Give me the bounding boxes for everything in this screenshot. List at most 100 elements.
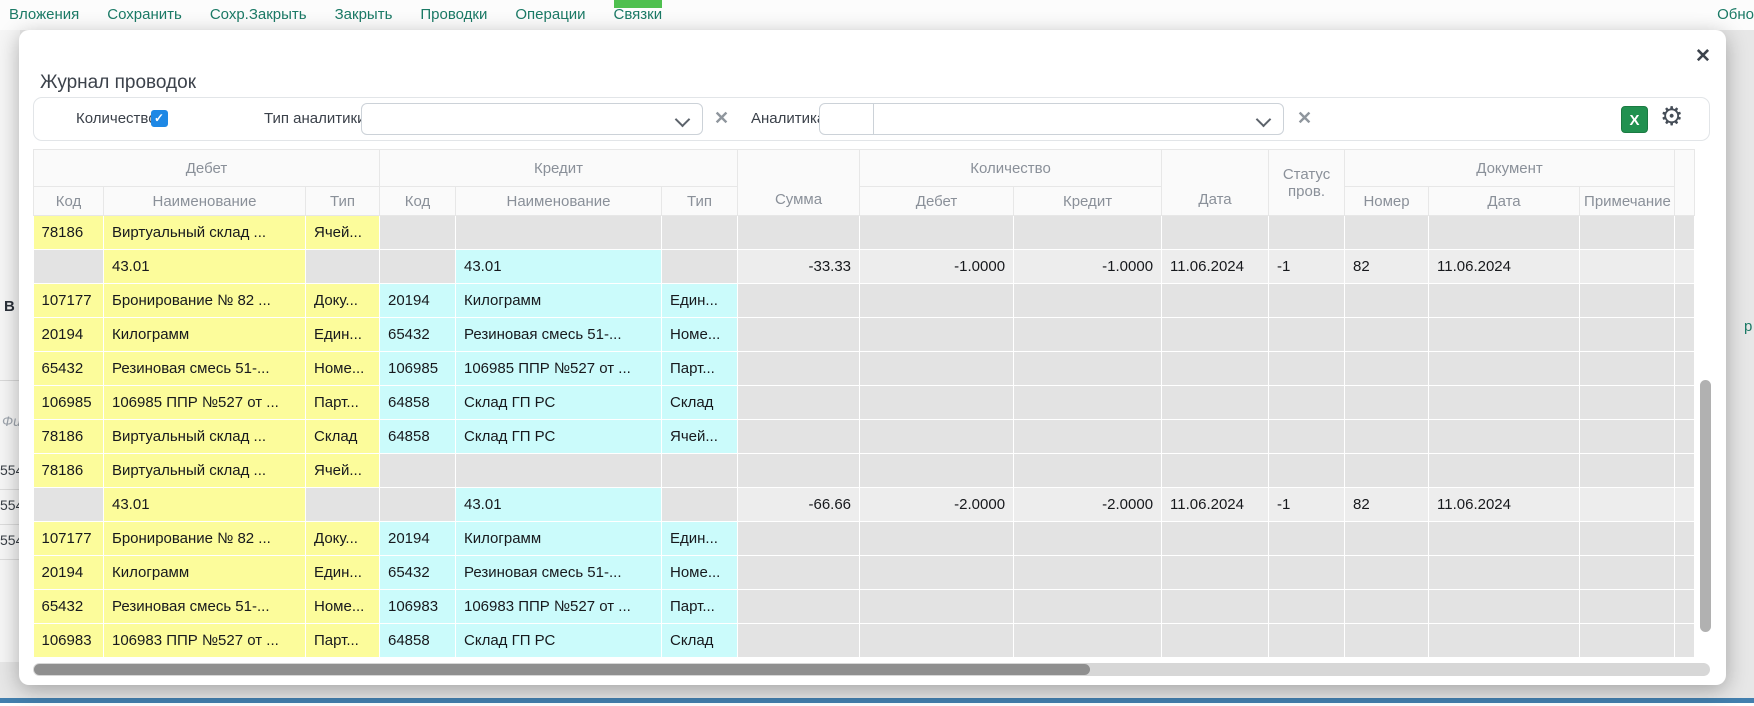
cell-doc-number[interactable]: [1345, 556, 1429, 590]
cell-qty-credit[interactable]: [1014, 522, 1162, 556]
cell-c-name[interactable]: [456, 454, 662, 488]
cell-sum[interactable]: [738, 284, 860, 318]
cell-d-code[interactable]: 106985: [34, 386, 104, 420]
cell-qty-debit[interactable]: [860, 624, 1014, 658]
cell-sum[interactable]: [738, 454, 860, 488]
cell-doc-date[interactable]: [1429, 454, 1580, 488]
cell-status[interactable]: [1269, 624, 1345, 658]
cell-d-code[interactable]: 20194: [34, 556, 104, 590]
toolbar-item[interactable]: Операции: [515, 6, 585, 24]
cell-date[interactable]: [1162, 386, 1269, 420]
cell-doc-number[interactable]: [1345, 624, 1429, 658]
toolbar-item[interactable]: Сохр.Закрыть: [210, 6, 307, 24]
cell-c-name[interactable]: [456, 216, 662, 250]
cell-note[interactable]: [1580, 420, 1675, 454]
cell-d-name[interactable]: Виртуальный склад ...: [104, 216, 306, 250]
cell-c-type[interactable]: [662, 216, 738, 250]
cell-c-type[interactable]: Номе...: [662, 318, 738, 352]
cell-c-type[interactable]: Парт...: [662, 590, 738, 624]
clear-analytics-icon[interactable]: ✕: [1297, 108, 1312, 129]
cell-sum[interactable]: [738, 590, 860, 624]
cell-c-code[interactable]: 106985: [380, 352, 456, 386]
cell-sum[interactable]: [738, 386, 860, 420]
cell-doc-number[interactable]: [1345, 590, 1429, 624]
analytics-select[interactable]: [873, 103, 1284, 135]
cell-note[interactable]: [1580, 250, 1675, 284]
cell-sum[interactable]: [738, 624, 860, 658]
vertical-scrollbar-thumb[interactable]: [1700, 380, 1711, 632]
cell-doc-number[interactable]: [1345, 386, 1429, 420]
cell-c-type[interactable]: [662, 250, 738, 284]
cell-date[interactable]: 11.06.2024: [1162, 488, 1269, 522]
cell-qty-credit[interactable]: -2.0000: [1014, 488, 1162, 522]
cell-date[interactable]: [1162, 284, 1269, 318]
toolbar-item[interactable]: Вложения: [9, 6, 79, 24]
cell-d-code[interactable]: 78186: [34, 454, 104, 488]
cell-c-name[interactable]: Склад ГП РС: [456, 386, 662, 420]
cell-doc-date[interactable]: 11.06.2024: [1429, 488, 1580, 522]
cell-d-type[interactable]: Парт...: [306, 386, 380, 420]
cell-sum[interactable]: [738, 522, 860, 556]
cell-qty-debit[interactable]: [860, 420, 1014, 454]
cell-c-name[interactable]: Килограмм: [456, 522, 662, 556]
clear-analytics-type-icon[interactable]: ✕: [714, 108, 729, 129]
cell-c-name[interactable]: 43.01: [456, 488, 662, 522]
excel-export-button[interactable]: X: [1621, 106, 1648, 133]
cell-d-type[interactable]: Един...: [306, 318, 380, 352]
cell-note[interactable]: [1580, 624, 1675, 658]
cell-d-name[interactable]: Килограмм: [104, 318, 306, 352]
cell-d-code[interactable]: [34, 250, 104, 284]
cell-qty-debit[interactable]: [860, 318, 1014, 352]
cell-status[interactable]: [1269, 590, 1345, 624]
cell-qty-credit[interactable]: [1014, 318, 1162, 352]
cell-c-code[interactable]: [380, 454, 456, 488]
cell-d-type[interactable]: Ячей...: [306, 454, 380, 488]
cell-c-code[interactable]: 106983: [380, 590, 456, 624]
cell-d-name[interactable]: Виртуальный склад ...: [104, 420, 306, 454]
cell-note[interactable]: [1580, 522, 1675, 556]
cell-c-name[interactable]: Склад ГП РС: [456, 624, 662, 658]
cell-d-name[interactable]: Бронирование № 82 ...: [104, 522, 306, 556]
cell-d-code[interactable]: 107177: [34, 522, 104, 556]
cell-note[interactable]: [1580, 352, 1675, 386]
cell-note[interactable]: [1580, 216, 1675, 250]
cell-doc-date[interactable]: [1429, 284, 1580, 318]
cell-doc-date[interactable]: [1429, 420, 1580, 454]
cell-d-code[interactable]: 78186: [34, 420, 104, 454]
cell-doc-date[interactable]: [1429, 624, 1580, 658]
cell-date[interactable]: 11.06.2024: [1162, 250, 1269, 284]
close-icon[interactable]: ✕: [1690, 44, 1716, 70]
cell-c-code[interactable]: 64858: [380, 624, 456, 658]
cell-d-type[interactable]: Доку...: [306, 284, 380, 318]
cell-d-name[interactable]: Виртуальный склад ...: [104, 454, 306, 488]
cell-doc-number[interactable]: 82: [1345, 488, 1429, 522]
cell-c-code[interactable]: [380, 216, 456, 250]
cell-status[interactable]: [1269, 420, 1345, 454]
cell-qty-credit[interactable]: [1014, 420, 1162, 454]
cell-c-code[interactable]: 64858: [380, 386, 456, 420]
cell-date[interactable]: [1162, 624, 1269, 658]
cell-qty-debit[interactable]: [860, 522, 1014, 556]
cell-doc-date[interactable]: 11.06.2024: [1429, 250, 1580, 284]
cell-doc-number[interactable]: [1345, 522, 1429, 556]
cell-qty-debit[interactable]: -1.0000: [860, 250, 1014, 284]
cell-c-type[interactable]: Един...: [662, 284, 738, 318]
cell-doc-number[interactable]: [1345, 352, 1429, 386]
cell-d-name[interactable]: 43.01: [104, 488, 306, 522]
cell-qty-debit[interactable]: [860, 386, 1014, 420]
cell-status[interactable]: [1269, 352, 1345, 386]
cell-status[interactable]: [1269, 522, 1345, 556]
cell-date[interactable]: [1162, 590, 1269, 624]
cell-doc-date[interactable]: [1429, 522, 1580, 556]
cell-doc-date[interactable]: [1429, 556, 1580, 590]
cell-date[interactable]: [1162, 454, 1269, 488]
cell-status[interactable]: [1269, 216, 1345, 250]
cell-c-code[interactable]: 20194: [380, 284, 456, 318]
cell-d-name[interactable]: 106985 ППР №527 от ...: [104, 386, 306, 420]
cell-sum[interactable]: -33.33: [738, 250, 860, 284]
cell-doc-number[interactable]: [1345, 216, 1429, 250]
cell-note[interactable]: [1580, 454, 1675, 488]
cell-c-name[interactable]: Склад ГП РС: [456, 420, 662, 454]
cell-qty-credit[interactable]: [1014, 386, 1162, 420]
cell-qty-debit[interactable]: [860, 590, 1014, 624]
